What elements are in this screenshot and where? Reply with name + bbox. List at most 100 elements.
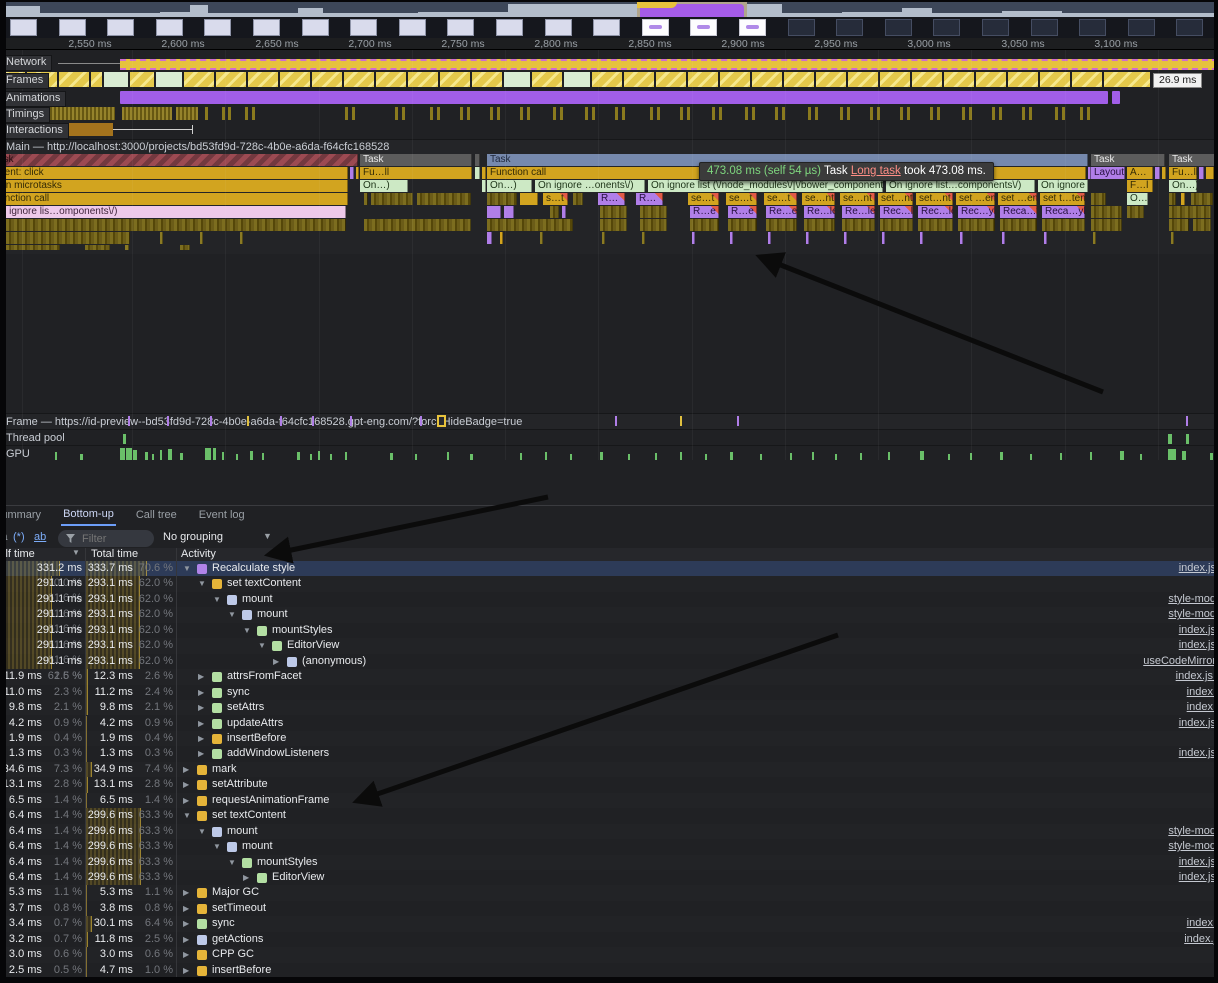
flame-bar[interactable]: set…nt [878,193,913,205]
flame-bar[interactable] [573,193,583,205]
filmstrip-thumbnail[interactable] [1079,19,1106,36]
flame-bar[interactable] [482,167,486,179]
expand-arrow-icon[interactable]: ▶ [198,731,204,746]
flame-bar[interactable]: On ignore …onents\/) [535,180,645,192]
expand-arrow-icon[interactable]: ▶ [198,746,204,761]
gpu-bar[interactable] [1210,453,1213,460]
flame-bar[interactable] [1162,167,1166,179]
filmstrip-thumbnail[interactable] [982,19,1009,36]
flame-bar[interactable] [640,206,667,218]
flame-bar[interactable] [1091,193,1106,205]
gpu-bar[interactable] [1182,451,1186,460]
flame-bar[interactable] [356,167,359,179]
flame-bar[interactable] [125,245,129,250]
filter-input[interactable] [80,532,140,546]
activity-label[interactable]: EditorView [272,870,324,885]
filmstrip-thumbnail[interactable] [788,19,815,36]
table-row[interactable]: 5.3 ms 1.1 %5.3 ms 1.1 %▶Major GC [0,885,1218,900]
gpu-bar[interactable] [680,452,682,460]
frame-segment[interactable] [784,72,814,87]
table-row[interactable]: 4.2 ms 0.9 %4.2 ms 0.9 %▶updateAttrsinde… [0,716,1218,731]
frame-segment[interactable] [912,72,942,87]
flame-bar[interactable]: Re…le [842,206,875,218]
flame-bar[interactable]: R…e [728,206,757,218]
flame-bar[interactable]: Fu…ll [360,167,472,179]
table-row[interactable]: 34.6 ms 7.3 %34.9 ms 7.4 %▶mark [0,762,1218,777]
filmstrip-thumbnail[interactable] [59,19,86,36]
expand-arrow-icon[interactable]: ▶ [183,963,189,978]
collapse-arrow-icon[interactable]: ▼ [243,623,251,638]
flame-bar[interactable] [240,232,243,244]
flame-bar[interactable] [562,206,566,218]
activity-label[interactable]: mark [212,762,236,777]
animation-bar[interactable] [1112,91,1120,104]
flame-bar[interactable]: On…) [487,180,532,192]
gpu-bar[interactable] [297,452,300,460]
gpu-bar[interactable] [236,454,238,460]
flame-bar[interactable] [806,232,809,244]
activity-label[interactable]: (anonymous) [302,654,366,669]
gpu-bar[interactable] [262,453,264,460]
gpu-bar[interactable] [570,454,572,460]
frame-segment[interactable] [376,72,406,87]
flame-bar[interactable] [1169,193,1176,205]
track-interactions[interactable]: Interactions [0,122,1218,137]
gpu-bar[interactable] [860,453,862,460]
collapse-arrow-icon[interactable]: ▼ [183,561,191,576]
collapse-arrow-icon[interactable]: ▼ [228,607,236,622]
gpu-bar[interactable] [1090,452,1092,460]
flame-bar[interactable]: F…l [1127,180,1153,192]
table-row[interactable]: 291.1 ms 61.6 %293.1 ms 62.0 %▼set textC… [0,576,1218,591]
flame-bar[interactable] [1193,219,1211,231]
flame-bar[interactable]: Task [0,154,358,166]
flame-bar[interactable] [1181,193,1185,205]
flame-bar[interactable] [550,206,559,218]
gpu-bar[interactable] [600,452,603,460]
flame-bar[interactable]: Reca…yle [1042,206,1085,218]
sort-desc-icon[interactable]: ▼ [72,548,80,557]
expand-arrow-icon[interactable]: ▶ [183,793,189,808]
activity-label[interactable]: mountStyles [272,623,333,638]
flame-bar[interactable] [640,219,667,231]
activity-label[interactable]: CPP GC [212,947,254,962]
flame-bar[interactable] [728,219,757,231]
flame-bar[interactable]: set …ent [998,193,1037,205]
filmstrip-thumbnail[interactable] [933,19,960,36]
flame-bar[interactable]: Re…e [766,206,797,218]
flame-bar[interactable]: Rec…le [880,206,913,218]
flame-bar[interactable]: Layout [1091,167,1125,179]
flame-bar[interactable] [1169,219,1189,231]
flame-bar[interactable] [958,219,995,231]
gpu-bar[interactable] [1168,449,1176,460]
flame-bar[interactable]: O… [1127,193,1148,205]
activity-label[interactable]: sync [212,916,235,931]
gpu-bar[interactable] [205,448,211,460]
filmstrip-thumbnail[interactable] [836,19,863,36]
flame-bar[interactable] [520,193,538,205]
flame-bar[interactable]: R… [636,193,663,205]
expand-arrow-icon[interactable]: ▶ [183,762,189,777]
activity-label[interactable]: addWindowListeners [227,746,329,761]
frame-segment[interactable] [1072,72,1102,87]
gpu-bar[interactable] [1060,453,1062,460]
flame-bar[interactable] [1169,206,1211,218]
frame-segment[interactable] [248,72,278,87]
flame-bar[interactable] [200,232,203,244]
activity-label[interactable]: mount [242,839,273,854]
gpu-bar[interactable] [760,454,762,460]
filmstrip-thumbnail[interactable] [204,19,231,36]
flame-bar[interactable] [1093,232,1096,244]
source-link[interactable]: useCodeMirror [1143,654,1216,669]
expand-arrow-icon[interactable]: ▶ [183,777,189,792]
activity-label[interactable]: requestAnimationFrame [212,793,329,808]
activity-label[interactable]: setAttribute [212,777,268,792]
filmstrip-thumbnail[interactable] [350,19,377,36]
table-row[interactable]: 3.0 ms 0.6 %3.0 ms 0.6 %▶CPP GC [0,947,1218,962]
flame-bar[interactable]: Rec…le [918,206,953,218]
table-row[interactable]: 291.1 ms 61.6 %293.1 ms 62.0 %▼mountstyl… [0,607,1218,622]
activity-label[interactable]: setTimeout [212,901,266,916]
flame-bar[interactable]: Task [360,154,472,166]
frame-segment[interactable] [156,72,182,87]
table-row[interactable]: 2.5 ms 0.5 %4.7 ms 1.0 %▶insertBefore [0,963,1218,978]
flame-bar[interactable]: A… [1127,167,1153,179]
